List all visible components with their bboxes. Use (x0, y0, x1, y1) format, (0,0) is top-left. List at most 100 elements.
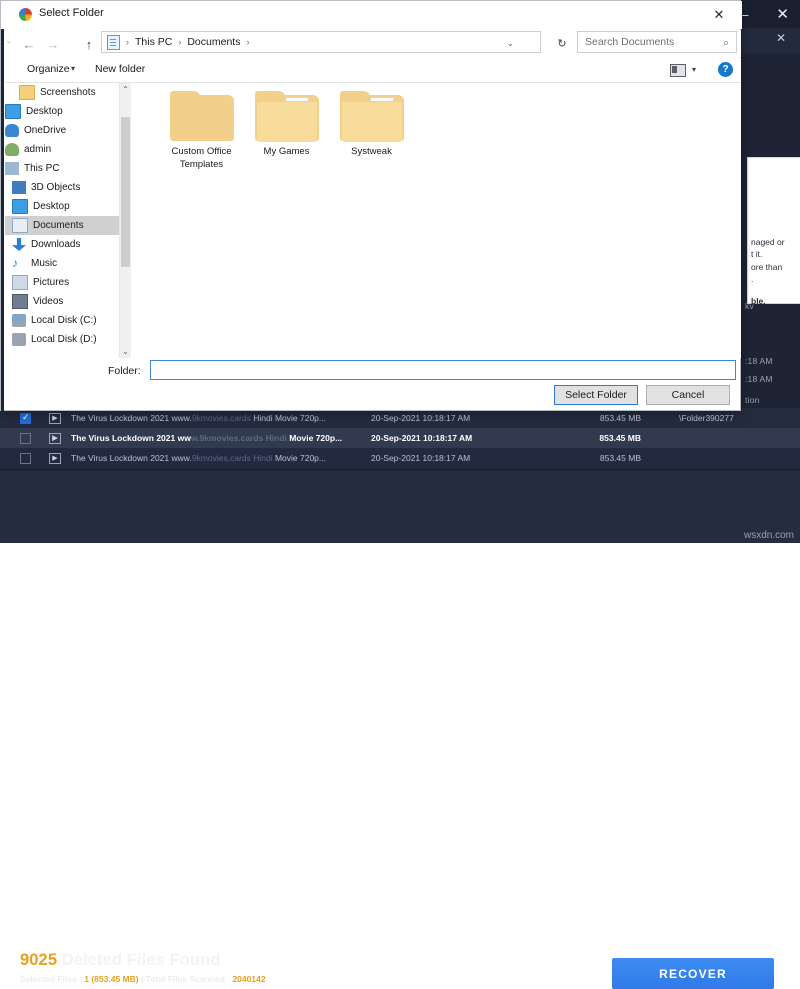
close-icon[interactable]: ✕ (704, 5, 734, 25)
selected-files-label: Selected Files : (20, 974, 85, 984)
navigation-bar: ← → ⌄ ↑ › This PC › Documents › ⌄ ↻ Sear… (5, 30, 741, 57)
close-icon[interactable]: ✕ (771, 5, 794, 24)
info-line-1: naged or (751, 237, 785, 247)
tree-item-local-disk-c[interactable]: Local Disk (C:) (5, 311, 123, 330)
tree-item-documents[interactable]: Documents (5, 216, 123, 235)
tree-item-3d-objects[interactable]: 3D Objects (5, 178, 123, 197)
file-date: 20-Sep-2021 10:18:17 AM (371, 453, 471, 463)
3d-objects-icon (12, 181, 26, 194)
tree-item-desktop-pc[interactable]: Desktop (5, 197, 123, 216)
sub-close-icon[interactable]: ✕ (776, 31, 786, 45)
bg-fragment-tion: tion (745, 395, 760, 405)
summary-separator: | (138, 974, 146, 984)
tree-item-screenshots[interactable]: Screenshots (5, 83, 123, 102)
watermark: wsxdn.com (743, 530, 794, 541)
dialog-title: Select Folder (39, 7, 104, 19)
tree-item-videos[interactable]: Videos (5, 292, 123, 311)
app-logo-icon (19, 8, 32, 21)
tree-item-desktop[interactable]: Desktop (5, 102, 123, 121)
search-input[interactable]: Search Documents ⌕ (577, 31, 737, 53)
scroll-down-icon[interactable]: ⌄ (120, 345, 131, 358)
tree-item-local-disk-d[interactable]: Local Disk (D:) (5, 330, 123, 349)
folder-icon (169, 91, 234, 141)
scrollbar-thumb[interactable] (121, 117, 130, 267)
refresh-icon[interactable]: ↻ (550, 32, 574, 54)
folder-input[interactable] (150, 360, 736, 380)
chevron-down-icon[interactable]: ▾ (71, 64, 75, 73)
tree-item-label: Screenshots (40, 87, 96, 98)
folder-item-systweak[interactable]: Systweak (319, 91, 424, 159)
file-list: ▶ The Virus Lockdown 2021 www.9kmovies.c… (0, 406, 800, 468)
status-bar: 9025 Deleted Files Found Selected Files … (0, 471, 800, 989)
navigation-tree[interactable]: Screenshots Desktop OneDrive admin This … (5, 83, 123, 358)
info-line-2: t it. (751, 249, 763, 260)
search-placeholder: Search Documents (585, 36, 675, 48)
forward-icon[interactable]: → (45, 37, 61, 52)
organize-button[interactable]: Organize (27, 63, 70, 75)
tree-item-this-pc[interactable]: This PC (5, 159, 123, 178)
scroll-up-icon[interactable]: ⌃ (120, 83, 131, 96)
bg-fragment-time-1: :18 AM (745, 356, 773, 366)
breadcrumb[interactable]: › This PC › Documents › ⌄ (101, 31, 541, 53)
breadcrumb-item-documents[interactable]: Documents (187, 36, 240, 48)
tree-item-pictures[interactable]: Pictures (5, 273, 123, 292)
select-folder-button[interactable]: Select Folder (554, 385, 638, 405)
tree-item-label: Videos (33, 296, 64, 307)
search-icon[interactable]: ⌕ (723, 37, 729, 50)
tree-item-label: Local Disk (C:) (31, 315, 97, 326)
pc-icon (5, 162, 19, 175)
pictures-icon (12, 275, 28, 290)
file-name: The Virus Lockdown 2021 www.9kmovies.car… (71, 453, 326, 463)
row-checkbox[interactable] (20, 432, 31, 444)
video-file-icon: ▶ (49, 412, 61, 424)
tree-item-label: admin (24, 144, 52, 155)
folder-icon (19, 85, 35, 100)
row-checkbox[interactable] (20, 412, 31, 424)
new-folder-button[interactable]: New folder (95, 63, 145, 75)
tree-item-label: Pictures (33, 277, 70, 288)
tree-item-admin[interactable]: admin (5, 140, 123, 159)
row-checkbox[interactable] (20, 452, 31, 464)
folder-content-pane[interactable]: Custom Office Templates My Games Systwea… (131, 83, 741, 358)
info-line-5: ble. (751, 296, 766, 307)
dialog-title-bar: Select Folder ✕ (1, 1, 742, 29)
tree-item-label: This PC (24, 163, 60, 174)
table-row[interactable]: ▶ The Virus Lockdown 2021 www.9kmovies.c… (0, 448, 800, 468)
dialog-accent-bar (1, 1, 4, 412)
info-card: naged or t it. ore than . ble. (747, 157, 800, 307)
table-row[interactable]: ▶ The Virus Lockdown 2021 www.9kmovies.c… (0, 428, 800, 448)
deleted-files-label: Deleted Files Found (61, 951, 221, 969)
breadcrumb-sep-1: › (126, 37, 129, 47)
tree-item-music[interactable]: ♪ Music (5, 254, 123, 273)
recent-locations-icon[interactable]: ⌄ (5, 35, 13, 45)
tree-item-label: 3D Objects (31, 182, 81, 193)
file-date: 20-Sep-2021 10:18:17 AM (371, 413, 471, 423)
total-scanned-label: Total Files Scanned : (145, 974, 233, 984)
selected-files-value: 1 (853.45 MB) (84, 974, 139, 984)
bg-fragment-time-2: :18 AM (745, 374, 773, 384)
tree-item-onedrive[interactable]: OneDrive (5, 121, 123, 140)
total-scanned-value: 2040142 (232, 974, 266, 984)
cancel-button[interactable]: Cancel (646, 385, 730, 405)
tree-scrollbar[interactable]: ⌃ ⌄ (119, 83, 131, 358)
tree-item-label: Downloads (31, 239, 81, 250)
this-pc-icon (107, 34, 120, 50)
back-icon[interactable]: ← (21, 37, 37, 52)
up-icon[interactable]: ↑ (81, 37, 97, 52)
deleted-files-count: 9025 (20, 951, 58, 969)
table-row[interactable]: ▶ The Virus Lockdown 2021 www.9kmovies.c… (0, 408, 800, 428)
tree-item-downloads[interactable]: Downloads (5, 235, 123, 254)
info-line-3: ore than (751, 261, 783, 272)
breadcrumb-item-this-pc[interactable]: This PC (135, 36, 172, 48)
dialog-button-row: Select Folder Cancel (554, 385, 730, 405)
change-view-icon[interactable] (670, 64, 686, 77)
recover-button[interactable]: RECOVER (612, 958, 774, 989)
help-icon[interactable]: ? (718, 62, 733, 77)
file-date: 20-Sep-2021 10:18:17 AM (371, 433, 473, 443)
info-line-4: . (751, 273, 754, 284)
chevron-down-icon[interactable]: ⌄ (506, 38, 514, 49)
download-icon (12, 238, 26, 251)
video-file-icon: ▶ (49, 452, 61, 464)
desktop-icon (5, 104, 21, 119)
chevron-down-icon[interactable]: ▾ (692, 65, 696, 74)
